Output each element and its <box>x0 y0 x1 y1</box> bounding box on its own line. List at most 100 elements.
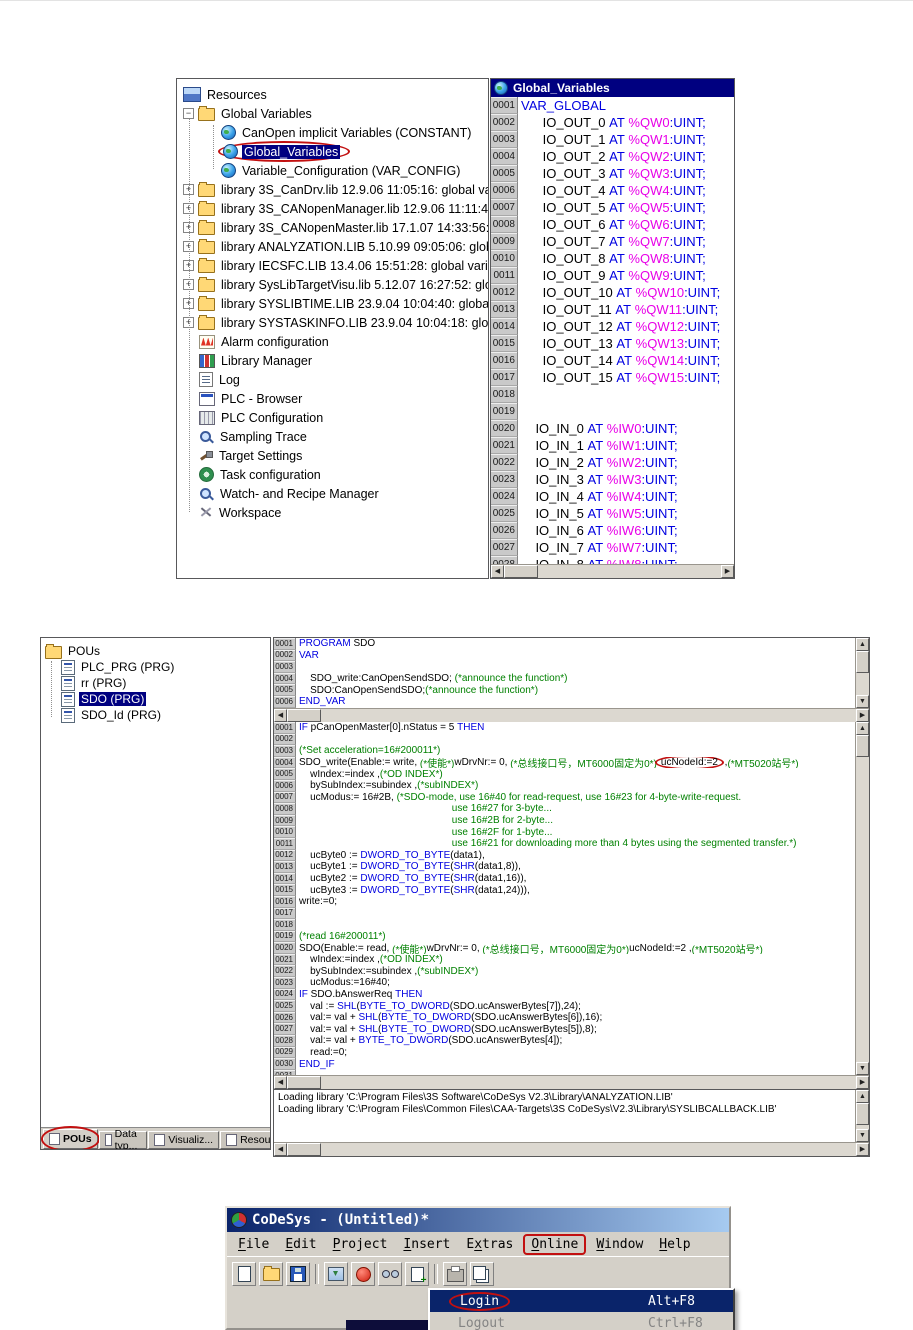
menu-edit[interactable]: Edit <box>277 1235 324 1254</box>
tree-item-rr-prg[interactable]: rr (PRG) <box>41 675 270 691</box>
tree-item-sdo-id-prg[interactable]: SDO_Id (PRG) <box>41 707 270 723</box>
scroll-left-button[interactable]: ◀ <box>274 709 287 722</box>
tree-item-watch-and-recipe-manager[interactable]: Watch- and Recipe Manager <box>177 484 488 503</box>
scroll-track[interactable] <box>856 673 869 695</box>
vertical-scrollbar[interactable]: ▲ ▼ <box>855 638 869 708</box>
toolbar-save-icon-button[interactable] <box>286 1262 310 1286</box>
tree-item-body: Sampling Trace <box>199 430 309 444</box>
horizontal-scrollbar[interactable]: ◀ ▶ <box>274 1142 869 1156</box>
scroll-track[interactable] <box>538 565 721 578</box>
tree-item-library[interactable]: + library IECSFC.LIB 13.4.06 15:51:28: gl… <box>177 256 488 275</box>
toolbar-add-doc-icon-button[interactable] <box>405 1262 429 1286</box>
title-bar[interactable]: CoDeSys - (Untitled)* <box>227 1208 729 1232</box>
menu-window[interactable]: Window <box>588 1235 651 1254</box>
toolbar-copy-icon-button[interactable] <box>470 1262 494 1286</box>
tree-item-library[interactable]: + library SysLibTargetVisu.lib 5.12.07 16… <box>177 275 488 294</box>
scroll-thumb[interactable] <box>856 651 869 673</box>
tab-visualiz[interactable]: Visualiz... <box>148 1131 220 1149</box>
scroll-thumb[interactable] <box>287 1076 321 1089</box>
tree-item-plc-browser[interactable]: PLC - Browser <box>177 389 488 408</box>
horizontal-scrollbar[interactable]: ◀ ▶ <box>491 564 734 578</box>
scroll-thumb[interactable] <box>856 1103 869 1125</box>
code-area[interactable]: 0001 VAR_GLOBAL 0002 IO_OUT_0 AT %QW0:UINT… <box>491 97 734 564</box>
code-segment: SHL <box>358 1023 378 1035</box>
tree-item-library[interactable]: + library SYSTASKINFO.LIB 23.9.04 10:04:1… <box>177 313 488 332</box>
scroll-left-button[interactable]: ◀ <box>491 565 504 578</box>
tree-item-variable-configuration-var-config[interactable]: Variable_Configuration (VAR_CONFIG) <box>177 161 488 180</box>
tree-item-library[interactable]: + library ANALYZATION.LIB 5.10.99 09:05:0… <box>177 237 488 256</box>
code-line-row: 0005 SDO:CanOpenSendSDO; (*announce the f… <box>274 684 855 696</box>
tree-item-library[interactable]: + library 3S_CANopenMaster.lib 17.1.07 14… <box>177 218 488 237</box>
scroll-left-button[interactable]: ◀ <box>274 1076 287 1089</box>
tree-item-plc-configuration[interactable]: PLC Configuration <box>177 408 488 427</box>
scroll-thumb[interactable] <box>504 565 538 578</box>
menu-extras[interactable]: Extras <box>458 1235 521 1254</box>
tree-item-sdo-prg[interactable]: SDO (PRG) <box>41 691 270 707</box>
vertical-scrollbar[interactable]: ▲ ▼ <box>855 722 869 1075</box>
tree-item-alarm-configuration[interactable]: Alarm configuration <box>177 332 488 351</box>
menu-item-logout[interactable]: Logout Ctrl+F8 <box>430 1312 733 1330</box>
scroll-up-button[interactable]: ▲ <box>856 638 869 651</box>
scroll-thumb[interactable] <box>287 1143 321 1156</box>
tab-resourc[interactable]: Resourc... <box>220 1131 270 1149</box>
tree-root-resources[interactable]: Resources <box>177 85 488 104</box>
tree-item-library-manager[interactable]: Library Manager <box>177 351 488 370</box>
scroll-track[interactable] <box>856 757 869 1062</box>
horizontal-scrollbar[interactable]: ◀ ▶ <box>274 1075 869 1089</box>
code-segment: IO_IN_5 <box>521 506 588 521</box>
tab-data-typ[interactable]: Data typ... <box>98 1128 148 1149</box>
tree-item-global-variables[interactable]: Global_Variables <box>177 141 488 162</box>
toolbar-new-file-icon-button[interactable] <box>232 1262 256 1286</box>
scroll-thumb[interactable] <box>856 735 869 757</box>
tree-item-canopen-implicit-variables-constant[interactable]: CanOpen implicit Variables (CONSTANT) <box>177 123 488 142</box>
scroll-down-button[interactable]: ▼ <box>856 1062 869 1075</box>
scroll-left-button[interactable]: ◀ <box>274 1143 287 1156</box>
tree-item-plc-prg-prg[interactable]: PLC_PRG (PRG) <box>41 659 270 675</box>
pou-tree[interactable]: POUs PLC_PRG (PRG) rr (PRG) SDO (PRG) SDO_Id… <box>41 643 270 723</box>
tree-item-library[interactable]: + library 3S_CANopenManager.lib 12.9.06 1… <box>177 199 488 218</box>
tree-item-library[interactable]: + library SYSLIBTIME.LIB 23.9.04 10:04:40… <box>177 294 488 313</box>
vertical-scrollbar[interactable]: ▲ ▼ <box>855 1090 869 1142</box>
declaration-area[interactable]: 0001 PROGRAM SDO 0002 VAR 0003 0004 SDO_write… <box>274 638 855 708</box>
tree-folder-pous[interactable]: POUs <box>41 643 270 659</box>
tree-item-library[interactable]: + library 3S_CanDrv.lib 12.9.06 11:05:16:… <box>177 180 488 199</box>
scroll-down-button[interactable]: ▼ <box>856 1129 869 1142</box>
toolbar-glasses-icon-button[interactable] <box>378 1262 402 1286</box>
scroll-right-button[interactable]: ▶ <box>856 709 869 722</box>
code-body-area[interactable]: 0001 IF pCanOpenMaster[0].nStatus = 5 THE… <box>274 722 855 1075</box>
message-log[interactable]: Loading library 'C:\Program Files\3S Sof… <box>274 1090 855 1142</box>
scroll-track[interactable] <box>321 709 856 722</box>
scroll-track[interactable] <box>321 1143 856 1156</box>
scroll-up-button[interactable]: ▲ <box>856 1090 869 1103</box>
menu-help[interactable]: Help <box>651 1235 698 1254</box>
tree-item-sampling-trace[interactable]: Sampling Trace <box>177 427 488 446</box>
toolbar-open-folder-icon-button[interactable] <box>259 1262 283 1286</box>
tree-item-task-configuration[interactable]: Task configuration <box>177 465 488 484</box>
scroll-right-button[interactable]: ▶ <box>856 1076 869 1089</box>
resources-tree-panel[interactable]: Resources − Global Variables CanOpen implic… <box>176 78 489 579</box>
menu-online[interactable]: Online <box>523 1233 587 1255</box>
scroll-up-button[interactable]: ▲ <box>856 722 869 735</box>
editor-title-bar[interactable]: Global_Variables <box>491 79 734 97</box>
scroll-right-button[interactable]: ▶ <box>721 565 734 578</box>
toolbar-print-icon-button[interactable] <box>443 1262 467 1286</box>
horizontal-scrollbar[interactable]: ◀ ▶ <box>274 708 869 722</box>
toolbar-download-icon-button[interactable] <box>324 1262 348 1286</box>
scroll-right-button[interactable]: ▶ <box>856 1143 869 1156</box>
task-icon <box>199 467 214 482</box>
menu-file[interactable]: File <box>230 1235 277 1254</box>
tab-pous[interactable]: POUs <box>41 1126 100 1149</box>
tree-item-target-settings[interactable]: Target Settings <box>177 446 488 465</box>
toolbar-stop-icon-button[interactable] <box>351 1262 375 1286</box>
scroll-thumb[interactable] <box>287 709 321 722</box>
collapse-box[interactable]: − <box>183 108 194 119</box>
scroll-down-button[interactable]: ▼ <box>856 695 869 708</box>
tree-item-workspace[interactable]: Workspace <box>177 503 488 522</box>
menu-insert[interactable]: Insert <box>395 1235 458 1254</box>
tree-item-log[interactable]: Log <box>177 370 488 389</box>
tree-folder-global-variables[interactable]: − Global Variables <box>177 104 488 123</box>
scroll-track[interactable] <box>321 1076 856 1089</box>
code-segment: wDrvNr:= 0, <box>426 942 483 954</box>
menu-item-login[interactable]: Login Alt+F8 <box>430 1290 733 1312</box>
menu-project[interactable]: Project <box>325 1235 396 1254</box>
